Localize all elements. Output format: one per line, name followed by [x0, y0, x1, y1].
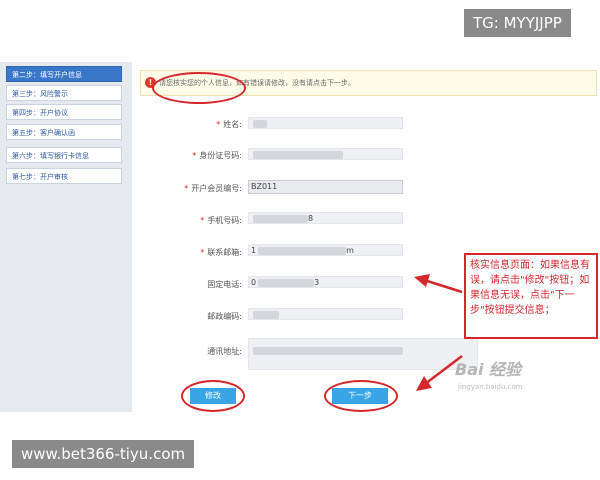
- baidu-watermark-url: jingyan.baidu.com: [458, 383, 523, 391]
- annotation-arrows: [414, 274, 463, 391]
- watermark-bottom-left: www.bet366-tiyu.com: [12, 440, 195, 468]
- watermark-top-right: TG: MYYJJPP: [464, 9, 571, 37]
- arrow-to-phone-field: [414, 274, 463, 294]
- baidu-watermark: Bai 经验: [455, 360, 522, 379]
